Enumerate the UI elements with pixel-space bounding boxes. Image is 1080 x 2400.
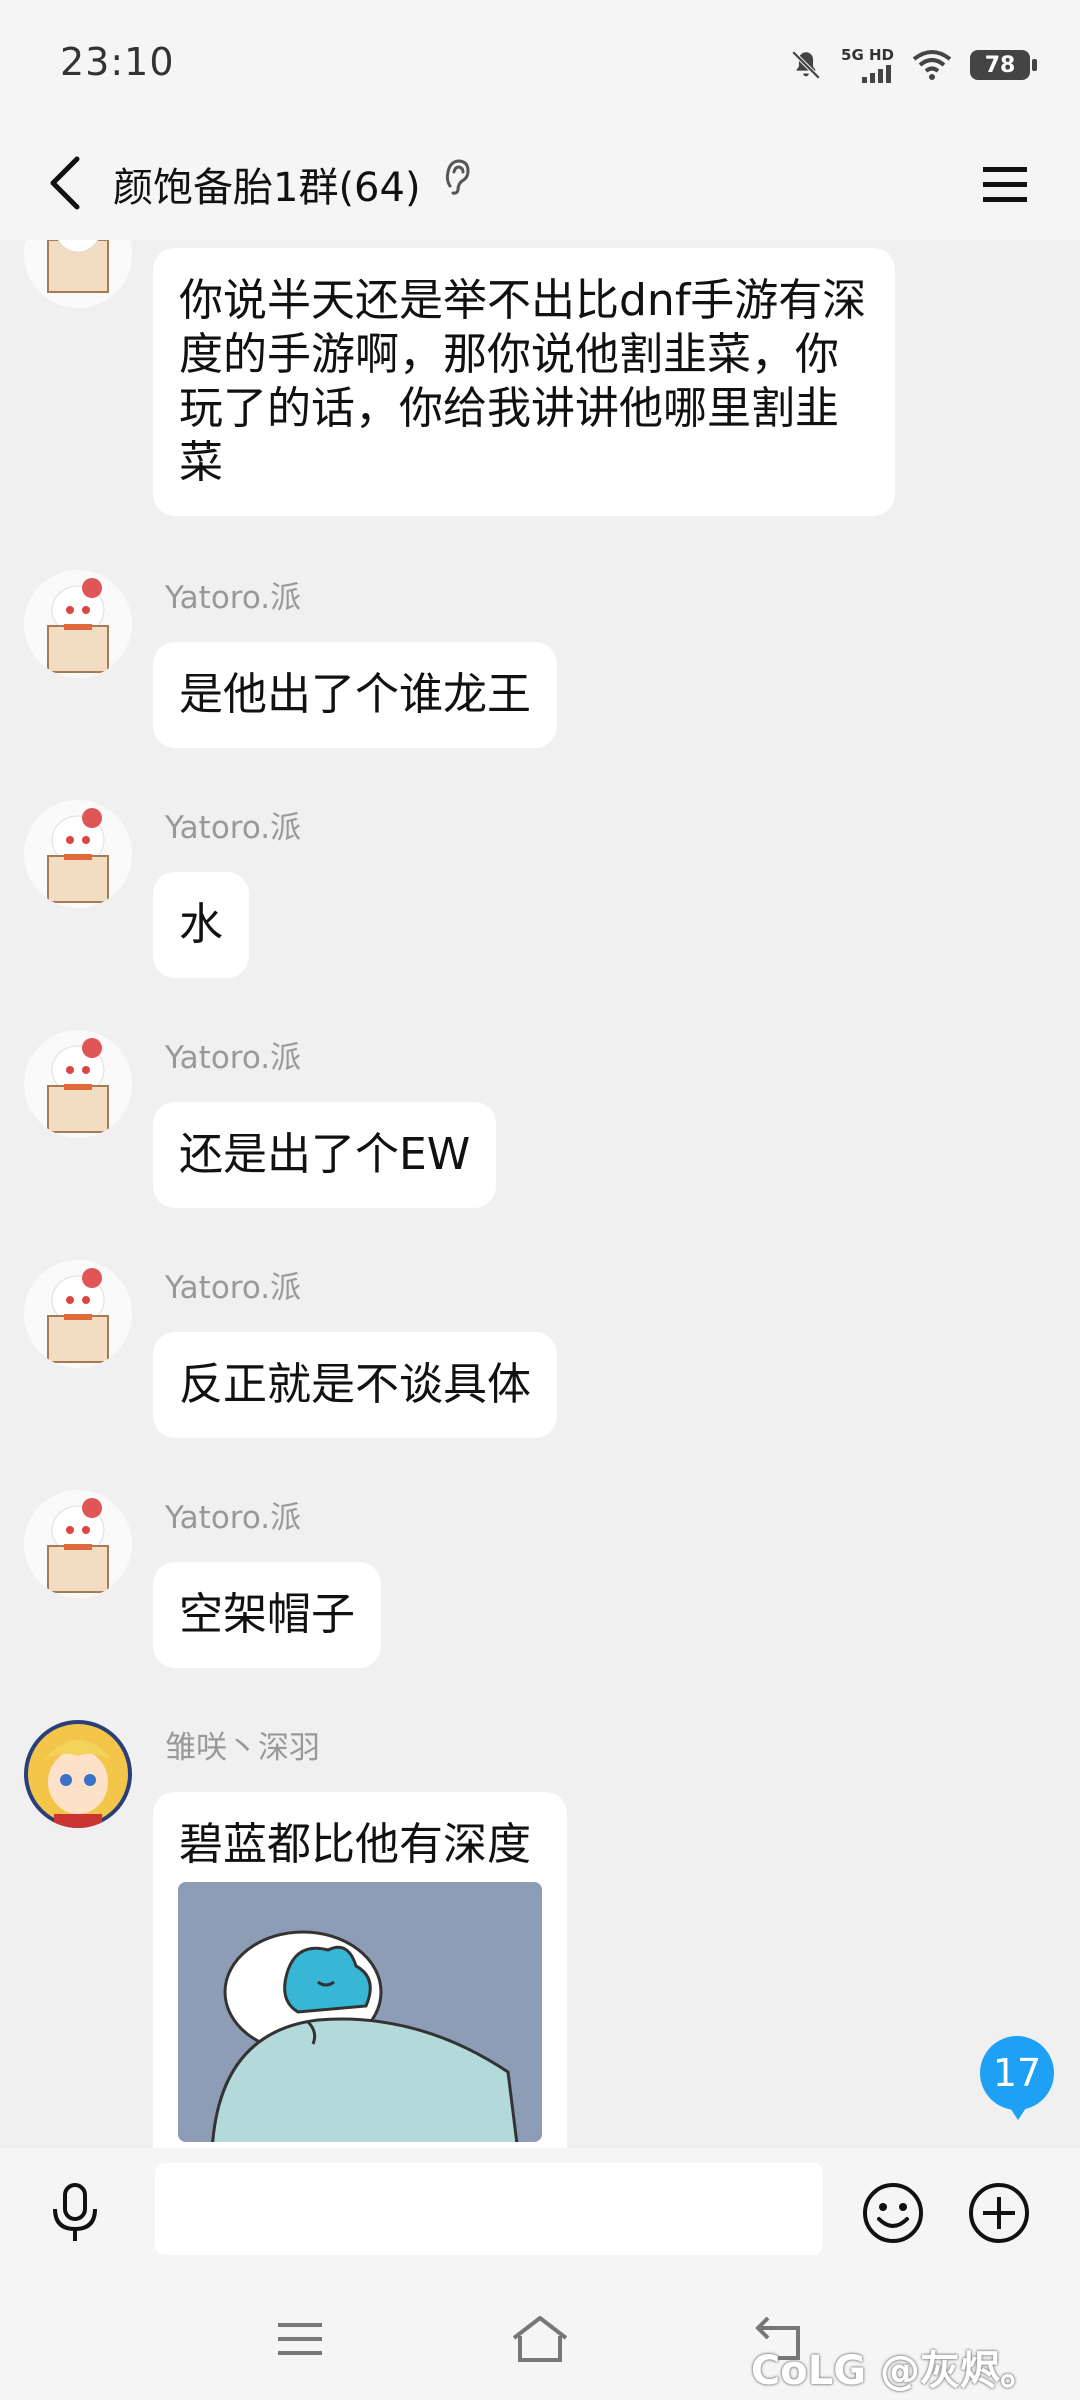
message-bubble[interactable]: 还是出了个EW xyxy=(153,1102,497,1208)
status-icons: 5G HD 78 xyxy=(789,40,1037,90)
avatar[interactable] xyxy=(24,240,132,308)
message-bubble[interactable]: 你说半天还是举不出比dnf手游有深度的手游啊，那你说他割韭菜，你玩了的话，你给我… xyxy=(153,248,895,516)
ear-icon[interactable] xyxy=(440,156,474,200)
message-input[interactable] xyxy=(155,2163,823,2255)
chat-messages[interactable]: 你说半天还是举不出比dnf手游有深度的手游啊，那你说他割韭菜，你玩了的话，你给我… xyxy=(0,240,1080,2148)
message-text: 还是出了个EW xyxy=(179,1129,471,1180)
message-text: 是他出了个谁龙王 xyxy=(179,669,531,720)
plus-icon xyxy=(969,2183,1029,2243)
message-text: 反正就是不谈具体 xyxy=(179,1359,531,1410)
avatar[interactable] xyxy=(24,1490,132,1598)
unread-badge[interactable]: 17 xyxy=(980,2036,1054,2120)
back-arrow-icon xyxy=(50,156,80,210)
avatar[interactable] xyxy=(24,1030,132,1138)
home-button[interactable] xyxy=(500,2304,580,2374)
signal-icon xyxy=(862,64,891,83)
avatar[interactable] xyxy=(24,1260,132,1368)
sender-name: Yatoro.派 xyxy=(165,1270,302,1306)
group-title[interactable]: 颜饱备胎1群(64) xyxy=(113,155,421,213)
battery-icon: 78 xyxy=(970,50,1037,80)
sender-name: 雏咲丶深羽 xyxy=(165,1730,320,1766)
menu-button[interactable] xyxy=(970,150,1040,220)
sender-name: Yatoro.派 xyxy=(165,580,302,616)
menu-lines-icon xyxy=(278,2323,322,2355)
avatar[interactable] xyxy=(24,570,132,678)
watermark: CoLG @灰烬。 xyxy=(750,2348,1040,2394)
more-button[interactable] xyxy=(964,2178,1034,2248)
avatar[interactable] xyxy=(24,1720,132,1828)
message-bubble[interactable]: 反正就是不谈具体 xyxy=(153,1332,557,1438)
microphone-icon xyxy=(53,2183,97,2241)
home-icon xyxy=(512,2316,568,2362)
sender-name: Yatoro.派 xyxy=(165,1040,302,1076)
message-text: 你说半天还是举不出比dnf手游有深度的手游啊，那你说他割韭菜，你玩了的话，你给我… xyxy=(179,275,867,488)
back-button[interactable] xyxy=(30,148,100,218)
message-bubble[interactable]: 空架帽子 xyxy=(153,1562,381,1668)
message-bubble[interactable]: 是他出了个谁龙王 xyxy=(153,642,557,748)
sender-name: Yatoro.派 xyxy=(165,1500,302,1536)
chat-header: 颜饱备胎1群(64) xyxy=(0,130,1080,240)
menu-icon xyxy=(983,167,1027,202)
message-image[interactable] xyxy=(178,1882,542,2142)
network-type-label: 5G HD xyxy=(841,45,894,64)
avatar[interactable] xyxy=(24,800,132,908)
input-bar xyxy=(0,2148,1080,2274)
voice-button[interactable] xyxy=(40,2178,110,2248)
mute-icon xyxy=(791,50,821,80)
message-text: 空架帽子 xyxy=(179,1589,355,1640)
recents-button[interactable] xyxy=(260,2304,340,2374)
emoji-button[interactable] xyxy=(858,2178,928,2248)
system-nav-bar: CoLG @灰烬。 xyxy=(0,2274,1080,2400)
message-text: 水 xyxy=(179,899,223,950)
message-text: 碧蓝都比他有深度 xyxy=(179,1819,531,1870)
status-time: 23:10 xyxy=(60,40,175,84)
sender-name: Yatoro.派 xyxy=(165,810,302,846)
wifi-icon xyxy=(912,50,952,80)
emoji-icon xyxy=(863,2183,923,2243)
message-bubble[interactable]: 水 xyxy=(153,872,249,978)
status-bar: 23:10 5G HD 78 xyxy=(0,0,1080,130)
